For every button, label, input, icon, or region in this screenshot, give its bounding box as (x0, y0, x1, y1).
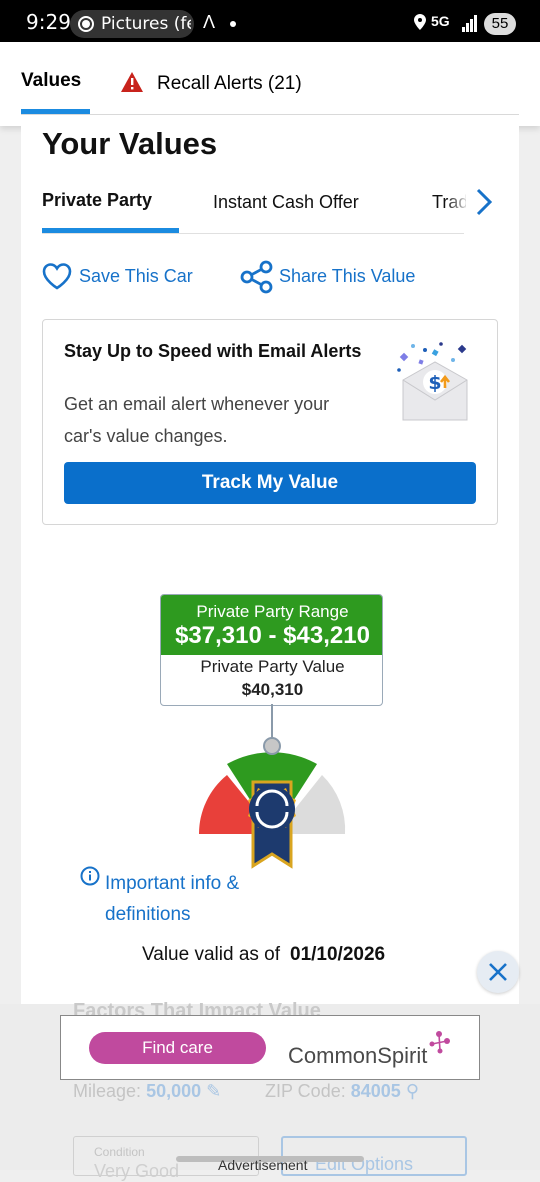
pin-icon: ⚲ (405, 1081, 419, 1101)
app-notification-icon: Ʌ (203, 12, 216, 32)
info-icon[interactable] (80, 866, 100, 886)
network-type: 5G (431, 13, 450, 29)
email-alert-box: Stay Up to Speed with Email Alerts Get a… (42, 319, 498, 525)
envelope-dollar-icon: $ (397, 342, 468, 421)
private-party-value: $40,310 (241, 680, 304, 699)
track-my-value-button[interactable]: Track My Value (64, 462, 476, 504)
notification-text: Pictures (fe (101, 14, 191, 34)
mileage-row[interactable]: Mileage: 50,000 ✎ (73, 1081, 221, 1102)
page-title: Your Values (42, 126, 218, 161)
close-icon (489, 963, 507, 981)
sub-tab-divider (42, 233, 464, 234)
mileage-label: Mileage: (73, 1081, 142, 1101)
tab-private-party[interactable]: Private Party (42, 190, 152, 211)
tab-instant-cash-offer[interactable]: Instant Cash Offer (213, 192, 359, 213)
heart-icon[interactable] (42, 262, 72, 290)
alert-description: Get an email alert whenever your car's v… (64, 394, 330, 446)
location-icon (414, 14, 426, 30)
zip-label: ZIP Code: (265, 1081, 346, 1101)
svg-text:$: $ (428, 372, 441, 394)
value-range-box: Private Party Range $37,310 - $43,210 Pr… (160, 594, 383, 706)
ad-banner[interactable]: Find care CommonSpirit (60, 1015, 480, 1080)
signal-icon (462, 15, 477, 32)
status-time: 9:29 (26, 10, 71, 34)
value-gauge (198, 704, 346, 869)
find-care-button[interactable]: Find care (89, 1032, 266, 1064)
more-notifications-icon (230, 21, 236, 27)
share-value-link[interactable]: Share This Value (279, 266, 415, 287)
close-ad-button[interactable] (477, 951, 519, 993)
private-party-value-label: Private Party Value (200, 657, 345, 676)
ad-brand-name: CommonSpirit (288, 1043, 428, 1068)
tab-values[interactable]: Values (21, 70, 81, 92)
notification-pill[interactable]: Pictures (fe (70, 10, 194, 38)
values-card: Your Values Private Party Instant Cash O… (21, 126, 519, 1006)
advertisement-label: Advertisement (218, 1157, 308, 1173)
battery-indicator: 55 (484, 13, 516, 35)
pencil-icon: ✎ (206, 1081, 222, 1101)
status-bar: 9:29 Pictures (fe Ʌ 5G 55 (0, 0, 540, 42)
range-label: Private Party Range (196, 602, 349, 621)
mileage-value: 50,000 (146, 1081, 202, 1101)
zip-row[interactable]: ZIP Code: 84005 ⚲ (265, 1081, 419, 1102)
range-value: $37,310 - $43,210 (175, 622, 370, 649)
gauge-pin (263, 737, 281, 755)
share-icon[interactable] (240, 260, 274, 294)
save-car-link[interactable]: Save This Car (79, 266, 193, 287)
tab-fade (446, 186, 470, 216)
zip-value: 84005 (350, 1081, 401, 1101)
alert-title: Stay Up to Speed with Email Alerts (64, 341, 362, 361)
range-header: Private Party Range $37,310 - $43,210 (161, 595, 382, 655)
commonspirit-logo-icon (429, 1031, 450, 1054)
warning-icon (121, 72, 143, 92)
important-info-link[interactable]: Important info & definitions (105, 868, 265, 930)
tab-recall-alerts[interactable]: Recall Alerts (21) (157, 73, 302, 95)
value-valid-label: Value valid as of (142, 944, 281, 965)
tab-divider (21, 114, 519, 115)
chevron-right-icon[interactable] (473, 186, 495, 218)
top-tab-bar: Values Recall Alerts (21) (0, 42, 540, 126)
value-valid-date: 01/10/2026 (290, 944, 386, 965)
condition-label: Condition (94, 1145, 145, 1159)
record-icon (78, 16, 94, 32)
condition-value: Very Good (94, 1161, 180, 1181)
